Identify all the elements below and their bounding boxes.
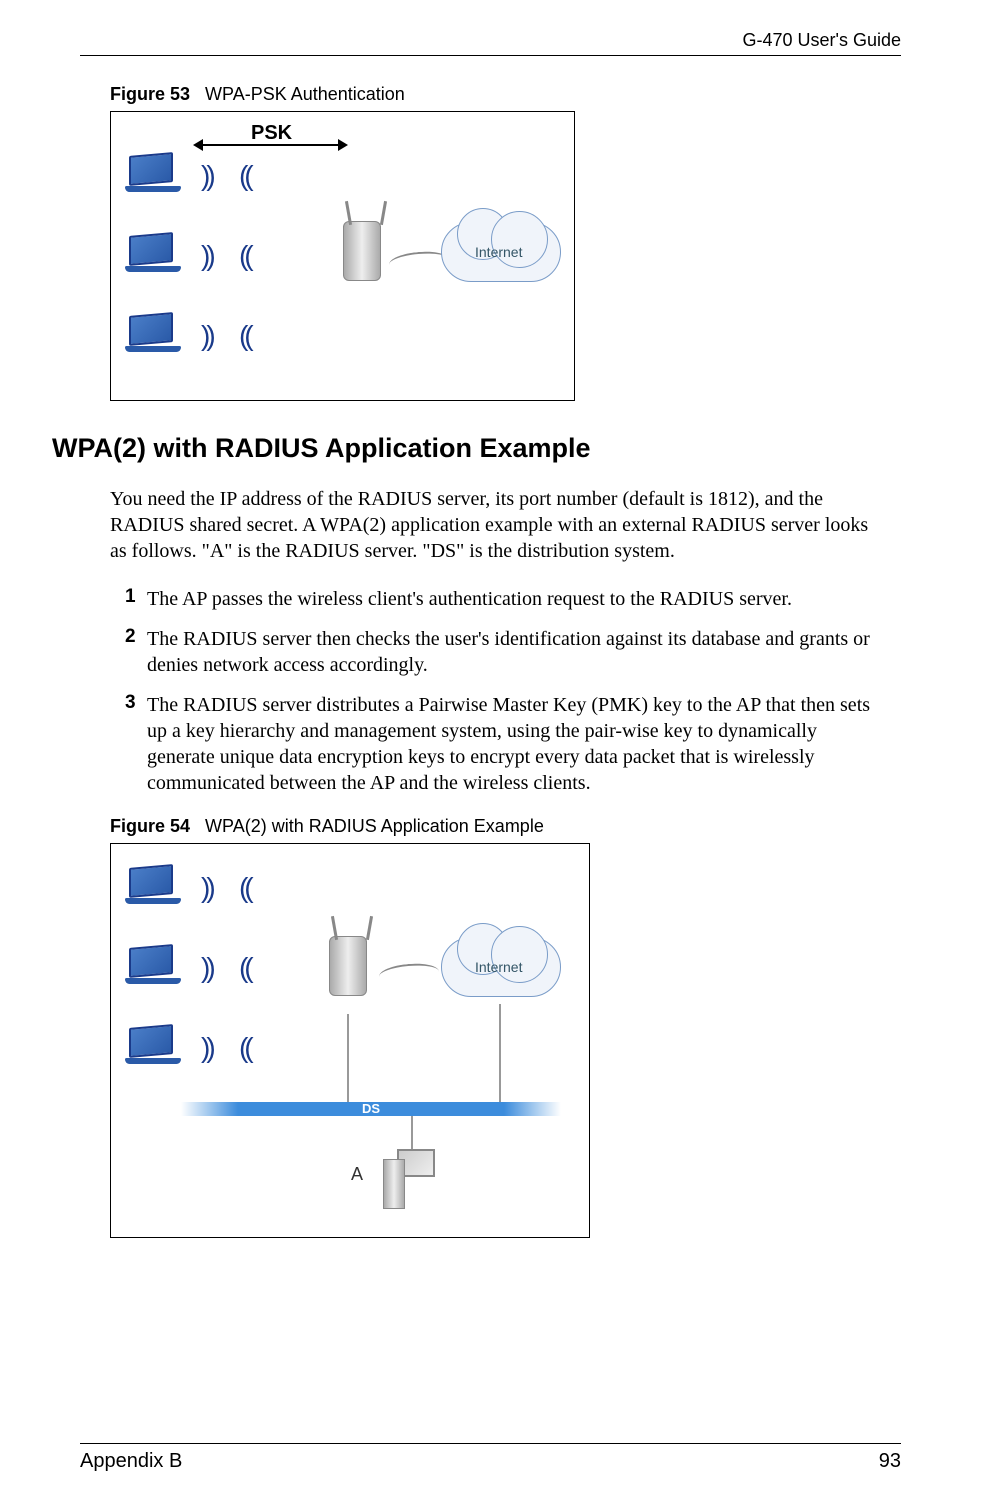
wifi-waves-icon: )) [243, 952, 254, 984]
wifi-waves-icon: )) [243, 320, 254, 352]
link-line-icon [378, 961, 440, 986]
link-line-icon [347, 1014, 349, 1104]
figure-54-diagram: )) )) )) )) )) )) Internet DS A [110, 843, 590, 1238]
list-number: 2 [125, 626, 147, 678]
footer-section: Appendix B [80, 1450, 182, 1473]
access-point-icon [329, 922, 377, 1002]
psk-arrow-icon [203, 144, 338, 146]
ds-bar: DS [181, 1102, 561, 1116]
figure-54-label: Figure 54 [110, 816, 190, 836]
wifi-waves-icon: )) [243, 160, 254, 192]
intro-paragraph: You need the IP address of the RADIUS se… [110, 486, 871, 564]
list-item: 3 The RADIUS server distributes a Pairwi… [125, 692, 871, 796]
laptop-icon [129, 946, 189, 986]
laptop-icon [129, 866, 189, 906]
internet-label: Internet [475, 244, 522, 260]
wifi-waves-icon: )) [243, 1032, 254, 1064]
list-item: 2 The RADIUS server then checks the user… [125, 626, 871, 678]
list-text: The RADIUS server distributes a Pairwise… [147, 692, 871, 796]
a-label: A [351, 1164, 363, 1185]
page-footer: Appendix B 93 [80, 1443, 901, 1473]
figure-53-caption: Figure 53 WPA-PSK Authentication [110, 84, 901, 105]
access-point-icon [343, 207, 391, 287]
figure-53-label: Figure 53 [110, 84, 190, 104]
server-icon [389, 1149, 443, 1219]
list-number: 1 [125, 586, 147, 612]
wifi-waves-icon: )) [201, 320, 212, 352]
page-number: 93 [879, 1450, 901, 1473]
wifi-waves-icon: )) [201, 952, 212, 984]
list-text: The AP passes the wireless client's auth… [147, 586, 792, 612]
internet-cloud-icon: Internet [441, 217, 561, 287]
numbered-list: 1 The AP passes the wireless client's au… [125, 586, 871, 796]
wifi-waves-icon: )) [201, 160, 212, 192]
figure-54-title: WPA(2) with RADIUS Application Example [205, 816, 544, 836]
laptop-icon [129, 234, 189, 274]
internet-cloud-icon: Internet [441, 932, 561, 1002]
psk-label: PSK [251, 122, 292, 145]
wifi-waves-icon: )) [243, 240, 254, 272]
wifi-waves-icon: )) [243, 872, 254, 904]
link-line-icon [499, 1004, 501, 1104]
figure-53-diagram: PSK )) )) )) )) )) )) Internet [110, 111, 575, 401]
section-heading: WPA(2) with RADIUS Application Example [52, 433, 901, 464]
figure-54-caption: Figure 54 WPA(2) with RADIUS Application… [110, 816, 901, 837]
page-header: G-470 User's Guide [80, 30, 901, 56]
list-number: 3 [125, 692, 147, 796]
internet-label: Internet [475, 959, 522, 975]
wifi-waves-icon: )) [201, 1032, 212, 1064]
wifi-waves-icon: )) [201, 240, 212, 272]
guide-title: G-470 User's Guide [742, 30, 901, 50]
list-item: 1 The AP passes the wireless client's au… [125, 586, 871, 612]
ds-label: DS [362, 1101, 380, 1116]
laptop-icon [129, 1026, 189, 1066]
laptop-icon [129, 154, 189, 194]
laptop-icon [129, 314, 189, 354]
wifi-waves-icon: )) [201, 872, 212, 904]
list-text: The RADIUS server then checks the user's… [147, 626, 871, 678]
figure-53-title: WPA-PSK Authentication [205, 84, 405, 104]
